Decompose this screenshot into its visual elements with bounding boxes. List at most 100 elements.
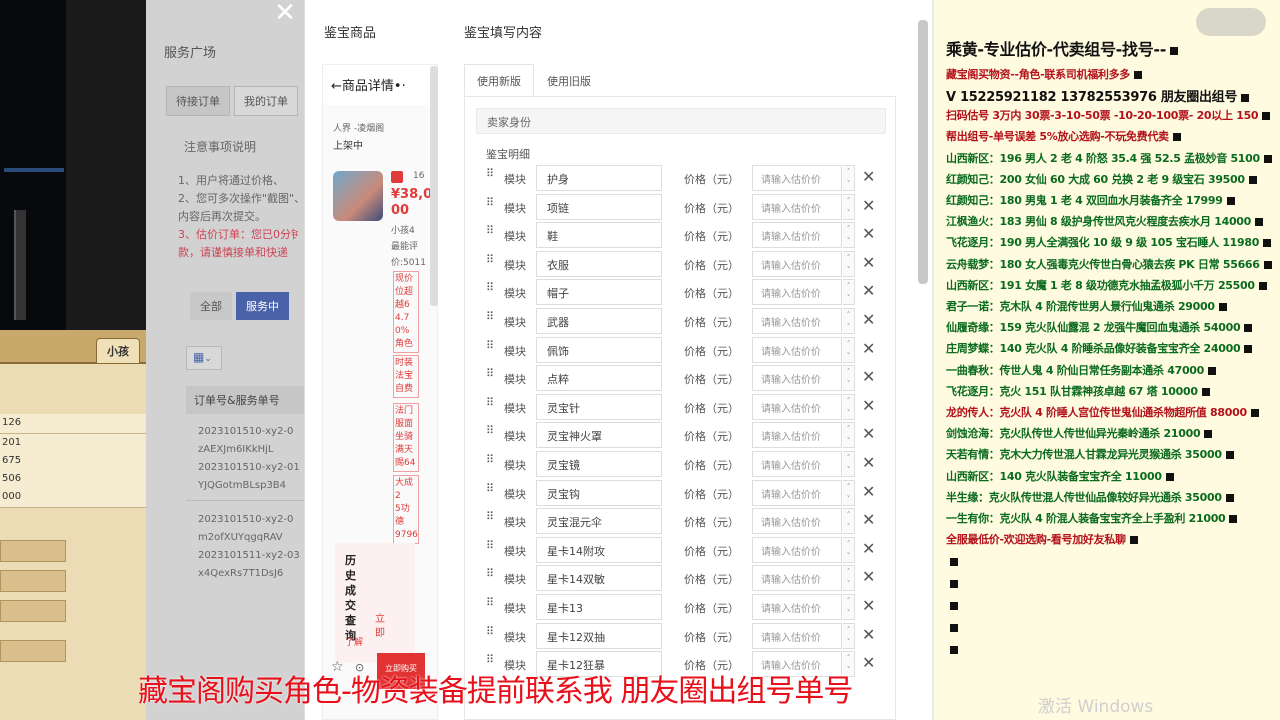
stepper-down-icon[interactable]: ˅ <box>843 378 854 390</box>
stepper-down-icon[interactable]: ˅ <box>843 435 854 447</box>
price-input[interactable]: 请输入估价价 <box>752 165 842 191</box>
tab-old-version[interactable]: 使用旧版 <box>534 64 604 96</box>
module-name-input[interactable]: 帽子 <box>536 279 662 306</box>
stepper-up-icon[interactable]: ˄ <box>843 595 854 607</box>
stepper-up-icon[interactable]: ˄ <box>843 166 854 178</box>
stepper-down-icon[interactable]: ˅ <box>843 235 854 247</box>
module-name-input[interactable]: 点粹 <box>536 365 662 392</box>
price-stepper[interactable]: ˄ ˅ <box>843 165 855 191</box>
stepper-up-icon[interactable]: ˄ <box>843 280 854 292</box>
price-stepper[interactable]: ˄ ˅ <box>843 536 855 563</box>
drag-handle-icon[interactable]: ⠿ <box>486 311 496 327</box>
drag-handle-icon[interactable]: ⠿ <box>486 483 496 499</box>
delete-icon[interactable]: ✕ <box>862 310 875 329</box>
price-stepper[interactable]: ˄ ˅ <box>843 393 855 420</box>
delete-icon[interactable]: ✕ <box>862 167 875 186</box>
stepper-up-icon[interactable]: ˄ <box>843 309 854 321</box>
price-input[interactable]: 请输入估价价 <box>752 565 842 592</box>
drag-handle-icon[interactable]: ⠿ <box>486 454 496 470</box>
stepper-down-icon[interactable]: ˅ <box>843 207 854 219</box>
price-input[interactable]: 请输入估价价 <box>752 422 842 449</box>
drag-handle-icon[interactable]: ⠿ <box>486 568 496 584</box>
delete-icon[interactable]: ✕ <box>862 253 875 272</box>
stepper-up-icon[interactable]: ˄ <box>843 566 854 578</box>
module-name-input[interactable]: 武器 <box>536 308 662 334</box>
price-stepper[interactable]: ˄ ˅ <box>843 451 855 477</box>
delete-icon[interactable]: ✕ <box>862 453 875 472</box>
drag-handle-icon[interactable]: ⠿ <box>486 225 496 241</box>
price-stepper[interactable]: ˄ ˅ <box>843 222 855 249</box>
delete-icon[interactable]: ✕ <box>862 281 875 300</box>
module-name-input[interactable]: 灵宝钩 <box>536 479 662 506</box>
tab-new-version[interactable]: 使用新版 <box>464 64 534 96</box>
price-stepper[interactable]: ˄ ˅ <box>843 479 855 506</box>
stepper-down-icon[interactable]: ˅ <box>843 493 854 505</box>
price-input[interactable]: 请输入估价价 <box>752 308 842 334</box>
delete-icon[interactable]: ✕ <box>862 224 875 243</box>
price-input[interactable]: 请输入估价价 <box>752 479 842 506</box>
delete-icon[interactable]: ✕ <box>862 653 875 672</box>
drag-handle-icon[interactable]: ⠿ <box>486 626 496 642</box>
price-stepper[interactable]: ˄ ˅ <box>843 594 855 620</box>
price-input[interactable]: 请输入估价价 <box>752 279 842 306</box>
module-name-input[interactable]: 灵宝镜 <box>536 451 662 477</box>
delete-icon[interactable]: ✕ <box>862 625 875 644</box>
drag-handle-icon[interactable]: ⠿ <box>486 168 496 184</box>
price-stepper[interactable]: ˄ ˅ <box>843 250 855 277</box>
history-card[interactable]: 历史成交查询 了解 立即 <box>335 543 415 663</box>
tab-my-orders[interactable]: 我的订单 <box>234 86 298 116</box>
stepper-down-icon[interactable]: ˅ <box>843 464 854 476</box>
drag-handle-icon[interactable]: ⠿ <box>486 340 496 356</box>
price-input[interactable]: 请输入估价价 <box>752 393 842 420</box>
close-icon[interactable]: ✕ <box>270 0 300 28</box>
stepper-up-icon[interactable]: ˄ <box>843 223 854 235</box>
price-input[interactable]: 请输入估价价 <box>752 250 842 277</box>
stepper-up-icon[interactable]: ˄ <box>843 509 854 521</box>
drag-handle-icon[interactable]: ⠿ <box>486 254 496 270</box>
price-input[interactable]: 请输入估价价 <box>752 536 842 563</box>
module-name-input[interactable]: 星卡12双抽 <box>536 622 662 649</box>
price-input[interactable]: 请输入估价价 <box>752 508 842 535</box>
price-stepper[interactable]: ˄ ˅ <box>843 622 855 649</box>
stepper-up-icon[interactable]: ˄ <box>843 366 854 378</box>
price-input[interactable]: 请输入估价价 <box>752 451 842 477</box>
price-stepper[interactable]: ˄ ˅ <box>843 422 855 449</box>
stepper-down-icon[interactable]: ˅ <box>843 321 854 333</box>
stepper-down-icon[interactable]: ˅ <box>843 407 854 419</box>
stepper-up-icon[interactable]: ˄ <box>843 538 854 550</box>
module-name-input[interactable]: 灵宝神火罩 <box>536 422 662 449</box>
product-scrollbar[interactable] <box>430 66 438 306</box>
modal-scrollbar[interactable] <box>918 20 928 284</box>
tab-pending-orders[interactable]: 待接订单 <box>166 86 230 116</box>
module-name-input[interactable]: 星卡13 <box>536 594 662 620</box>
module-name-input[interactable]: 灵宝针 <box>536 393 662 420</box>
module-name-input[interactable]: 星卡14附攻 <box>536 536 662 563</box>
stepper-down-icon[interactable]: ˅ <box>843 636 854 648</box>
module-name-input[interactable]: 星卡14双敏 <box>536 565 662 592</box>
price-input[interactable]: 请输入估价价 <box>752 594 842 620</box>
module-name-input[interactable]: 佩饰 <box>536 336 662 363</box>
stepper-up-icon[interactable]: ˄ <box>843 652 854 664</box>
drag-handle-icon[interactable]: ⠿ <box>486 282 496 298</box>
delete-icon[interactable]: ✕ <box>862 367 875 386</box>
filter-all-button[interactable]: 全部 <box>190 292 232 320</box>
module-name-input[interactable]: 鞋 <box>536 222 662 249</box>
delete-icon[interactable]: ✕ <box>862 510 875 529</box>
stepper-down-icon[interactable]: ˅ <box>843 607 854 619</box>
stepper-up-icon[interactable]: ˄ <box>843 195 854 207</box>
drag-handle-icon[interactable]: ⠿ <box>486 540 496 556</box>
price-stepper[interactable]: ˄ ˅ <box>843 308 855 334</box>
price-stepper[interactable]: ˄ ˅ <box>843 193 855 220</box>
back-arrow-icon[interactable]: ← <box>331 79 342 94</box>
delete-icon[interactable]: ✕ <box>862 567 875 586</box>
price-input[interactable]: 请输入估价价 <box>752 193 842 220</box>
more-icon[interactable]: •· <box>394 79 406 94</box>
price-input[interactable]: 请输入估价价 <box>752 336 842 363</box>
delete-icon[interactable]: ✕ <box>862 196 875 215</box>
stepper-down-icon[interactable]: ˅ <box>843 521 854 533</box>
stepper-up-icon[interactable]: ˄ <box>843 452 854 464</box>
price-input[interactable]: 请输入估价价 <box>752 622 842 649</box>
stepper-down-icon[interactable]: ˅ <box>843 550 854 562</box>
stepper-up-icon[interactable]: ˄ <box>843 252 854 264</box>
seller-identity-section[interactable]: 卖家身份 <box>476 108 886 134</box>
